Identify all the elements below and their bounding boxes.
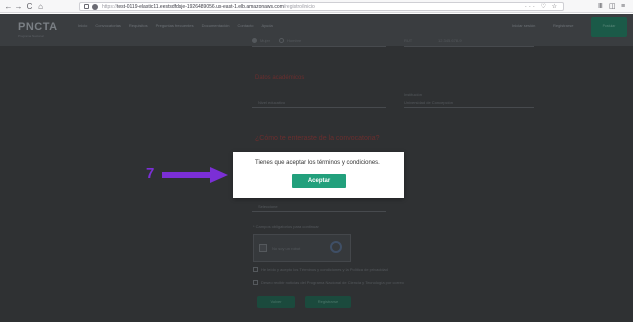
site-logo-subtitle: Programa Nacional (18, 34, 44, 38)
address-bar[interactable]: https://test-0119-elastic11.eestsdfdsje-… (79, 2, 564, 11)
nav-item-convocatorias[interactable]: Convocatorias (95, 23, 121, 28)
url-prefix: https:// (102, 4, 118, 10)
library-icon[interactable]: Ⅲ (598, 2, 603, 11)
apply-button-label: Postular (602, 24, 616, 28)
screen: ← → C ⌂ https://test-0119-elastic11.eest… (0, 0, 633, 322)
register-submit-label: Registrarse (317, 299, 339, 304)
terms-text[interactable]: He leído y acepto los Términos y condici… (261, 267, 388, 272)
dialog-message: Tienes que aceptar los términos y condic… (255, 160, 380, 166)
terms-checkbox[interactable] (253, 267, 258, 272)
site-header: PNCTA Programa Nacional Inicio Convocato… (0, 14, 633, 46)
captcha-widget: No soy un robot (253, 234, 351, 262)
divider (252, 107, 386, 108)
captcha-label: No soy un robot (272, 246, 301, 251)
divider (252, 46, 386, 47)
browser-toolbar: ← → C ⌂ https://test-0119-elastic11.eest… (0, 0, 633, 13)
forward-icon[interactable]: → (14, 2, 23, 11)
divider (252, 211, 386, 212)
terms-required-dialog: Tienes que aceptar los términos y condic… (233, 152, 404, 198)
annotation-arrow-icon (162, 167, 228, 183)
url-host: test-0119-elastic11.eestsdfdsje-19264890… (117, 4, 284, 10)
annotation-number: 7 (146, 165, 155, 182)
required-note: * Campos obligatorios para continuar (253, 224, 319, 229)
referral-question: ¿Cómo te enteraste de la convocatoria? (255, 135, 380, 142)
divider (404, 107, 534, 108)
login-link[interactable]: Iniciar sesión (512, 23, 535, 28)
newsletter-checkbox[interactable] (253, 280, 258, 285)
institution-select[interactable]: Universidad de Concepción (404, 100, 453, 105)
back-button-label: Volver (270, 299, 282, 304)
gender-label-b: Hombre (287, 38, 302, 43)
nav-item-contacto[interactable]: Contacto (237, 23, 253, 28)
accept-button[interactable]: Aceptar (292, 174, 346, 188)
newsletter-text[interactable]: Deseo recibir noticias del Programa Naci… (261, 280, 404, 285)
id-value[interactable]: 12.345.678-9 (438, 38, 462, 43)
site-logo[interactable]: PNCTA (18, 21, 58, 33)
reload-icon[interactable]: C (25, 2, 34, 11)
register-link[interactable]: Registrarse (553, 23, 573, 28)
home-icon[interactable]: ⌂ (36, 2, 45, 11)
recaptcha-icon (330, 241, 342, 253)
gender-radio-b[interactable] (279, 38, 284, 43)
institution-label: Institución (404, 92, 423, 97)
nav-item-requisitos[interactable]: Requisitos (129, 23, 148, 28)
menu-icon[interactable]: ≡ (621, 2, 625, 11)
section-heading: Datos académicos (255, 75, 305, 81)
apply-button[interactable]: Postular (591, 17, 627, 37)
page-actions-icons[interactable]: ··· ♡ ☆ (525, 3, 559, 11)
url-path: /registro/inicio (283, 4, 315, 10)
site-info-icon[interactable] (92, 4, 98, 10)
back-icon[interactable]: ← (4, 2, 13, 11)
url-text[interactable]: https://test-0119-elastic11.eestsdfdsje-… (102, 3, 315, 11)
back-button[interactable]: Volver (257, 296, 295, 308)
lock-icon (84, 4, 89, 9)
register-submit-button[interactable]: Registrarse (305, 296, 351, 308)
gender-radio-a[interactable] (252, 38, 257, 43)
education-select[interactable]: Nivel educativo (258, 100, 285, 105)
site-nav: Inicio Convocatorias Requisitos Pregunta… (78, 23, 273, 28)
captcha-checkbox[interactable] (259, 244, 267, 252)
gender-label-a: Mujer (260, 38, 271, 43)
nav-item-inicio[interactable]: Inicio (78, 23, 87, 28)
sidebar-icon[interactable]: ◫ (609, 2, 616, 11)
nav-item-ayuda[interactable]: Ayuda (261, 23, 272, 28)
nav-item-preguntas[interactable]: Preguntas frecuentes (156, 23, 194, 28)
referral-select[interactable]: Seleccione (258, 204, 278, 209)
id-label: RUT (404, 38, 413, 43)
divider (404, 46, 534, 47)
nav-item-documentacion[interactable]: Documentación (202, 23, 230, 28)
